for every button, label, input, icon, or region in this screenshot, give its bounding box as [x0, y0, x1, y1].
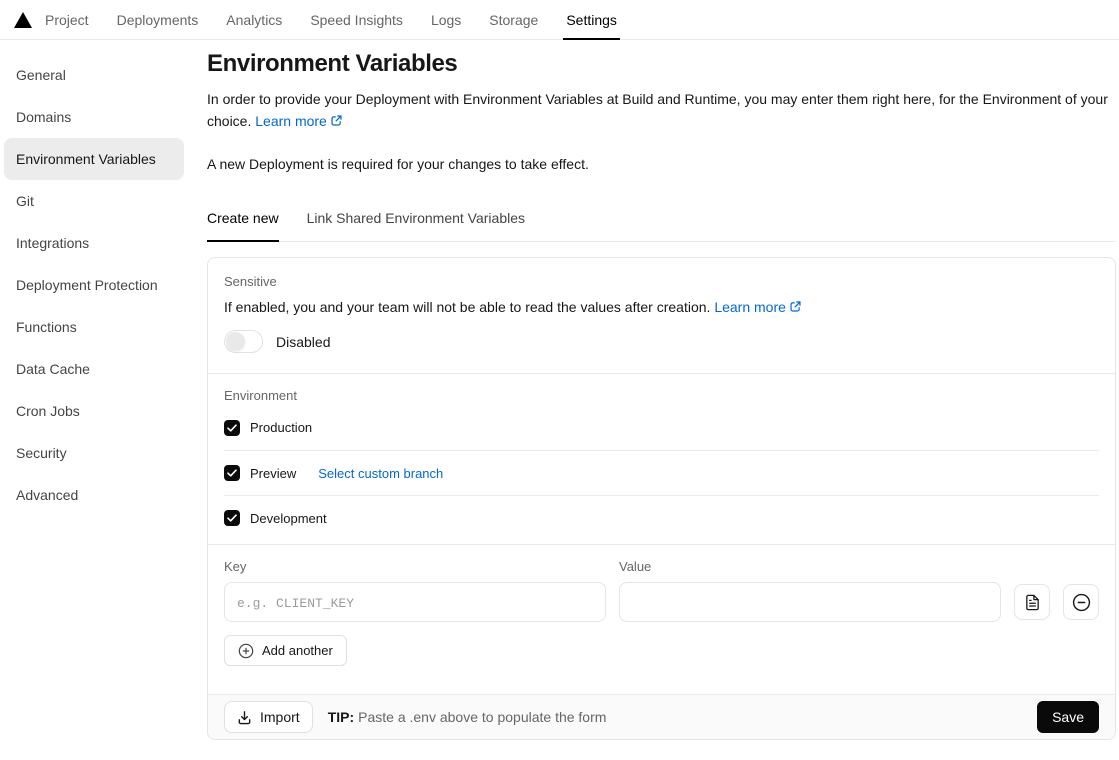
sensitive-section: Sensitive If enabled, you and your team … [208, 258, 1115, 373]
top-nav: Project Deployments Analytics Speed Insi… [0, 0, 1119, 40]
env-row-preview: Preview Select custom branch [224, 450, 1099, 495]
sidebar-item-deployment-protection[interactable]: Deployment Protection [4, 264, 184, 306]
preview-label: Preview [250, 465, 297, 481]
key-input[interactable] [224, 582, 606, 622]
import-tip: TIP: Paste a .env above to populate the f… [328, 709, 607, 725]
sidebar-item-environment-variables[interactable]: Environment Variables [4, 138, 184, 180]
sidebar-item-advanced[interactable]: Advanced [4, 474, 184, 516]
nav-tab-speed-insights[interactable]: Speed Insights [307, 0, 406, 39]
key-label: Key [224, 559, 247, 574]
create-env-var-card: Sensitive If enabled, you and your team … [207, 257, 1116, 740]
value-column: Value [619, 559, 1001, 622]
page-description: In order to provide your Deployment with… [207, 88, 1116, 132]
sensitive-toggle-row: Disabled [224, 330, 1099, 353]
import-button[interactable]: Import [224, 701, 313, 733]
production-checkbox[interactable] [224, 419, 240, 436]
page-title: Environment Variables [207, 50, 458, 77]
save-button[interactable]: Save [1037, 701, 1099, 733]
add-another-label: Add another [262, 643, 333, 658]
environment-section: Environment Production Preview Select cu… [208, 373, 1115, 544]
key-column: Key [224, 559, 606, 622]
preview-checkbox[interactable] [224, 465, 240, 481]
paste-env-file-button[interactable] [1014, 584, 1050, 620]
sensitive-learn-more-label: Learn more [714, 299, 786, 315]
value-input[interactable] [619, 582, 1001, 622]
sidebar-item-functions[interactable]: Functions [4, 306, 184, 348]
check-icon [227, 514, 237, 522]
production-label: Production [250, 420, 313, 435]
development-label: Development [250, 510, 327, 526]
sidebar-item-integrations[interactable]: Integrations [4, 222, 184, 264]
nav-tab-analytics[interactable]: Analytics [223, 0, 285, 39]
learn-more-label: Learn more [255, 113, 327, 129]
sensitive-toggle[interactable] [224, 330, 263, 353]
sensitive-description: If enabled, you and your team will not b… [224, 299, 1099, 316]
sidebar-item-data-cache[interactable]: Data Cache [4, 348, 184, 390]
minus-circle-icon [1072, 593, 1090, 611]
value-label: Value [619, 559, 652, 574]
vercel-logo-icon[interactable] [14, 11, 32, 28]
nav-tab-settings[interactable]: Settings [563, 0, 620, 40]
environment-options: Production Preview Select custom branch … [224, 405, 1099, 540]
remove-row-button[interactable] [1063, 584, 1099, 620]
check-icon [227, 423, 237, 432]
sidebar-item-domains[interactable]: Domains [4, 96, 184, 138]
toggle-knob [226, 332, 245, 351]
top-nav-tabs: Project Deployments Analytics Speed Insi… [42, 0, 620, 40]
tip-label: TIP: [327, 709, 355, 725]
sensitive-description-text: If enabled, you and your team will not b… [224, 299, 711, 315]
sidebar-item-git[interactable]: Git [4, 180, 184, 222]
environment-label: Environment [224, 388, 297, 403]
tab-link-shared[interactable]: Link Shared Environment Variables [307, 210, 525, 241]
env-row-production: Production [224, 405, 1099, 450]
plus-circle-icon [238, 643, 254, 658]
main-content: Environment Variables In order to provid… [207, 40, 1119, 759]
import-label: Import [260, 709, 300, 725]
tab-create-new[interactable]: Create new [207, 210, 279, 242]
key-value-row: Key Value [224, 559, 1099, 622]
tip-text: Paste a .env above to populate the form [358, 709, 607, 725]
development-checkbox[interactable] [224, 510, 240, 526]
sensitive-toggle-state: Disabled [276, 333, 331, 350]
sensitive-label: Sensitive [224, 274, 277, 289]
external-link-icon [790, 301, 801, 312]
env-row-development: Development [224, 495, 1099, 540]
sidebar-item-cron-jobs[interactable]: Cron Jobs [4, 390, 184, 432]
deploy-note: A new Deployment is required for your ch… [207, 156, 589, 172]
sidebar-item-security[interactable]: Security [4, 432, 184, 474]
env-var-tabs: Create new Link Shared Environment Varia… [207, 210, 1116, 242]
card-footer: Import TIP: Paste a .env above to populat… [208, 694, 1115, 739]
check-icon [227, 469, 237, 477]
add-another-button[interactable]: Add another [224, 635, 347, 666]
nav-tab-deployments[interactable]: Deployments [114, 0, 202, 39]
download-icon [238, 710, 251, 724]
external-link-icon [331, 115, 342, 126]
settings-sidebar: General Domains Environment Variables Gi… [0, 40, 207, 759]
sidebar-item-general[interactable]: General [4, 54, 184, 96]
key-value-section: Key Value Add anothe [208, 544, 1115, 694]
description-learn-more-link[interactable]: Learn more [255, 113, 343, 129]
file-text-icon [1025, 594, 1039, 610]
sensitive-learn-more-link[interactable]: Learn more [714, 299, 802, 315]
nav-tab-project[interactable]: Project [42, 0, 92, 39]
select-custom-branch-link[interactable]: Select custom branch [318, 466, 443, 481]
nav-tab-logs[interactable]: Logs [428, 0, 464, 39]
nav-tab-storage[interactable]: Storage [486, 0, 541, 39]
